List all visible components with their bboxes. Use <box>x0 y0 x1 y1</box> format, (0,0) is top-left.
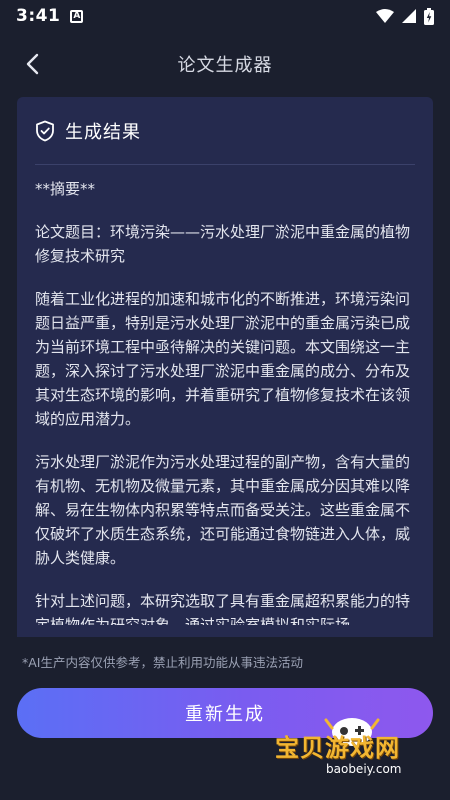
battery-icon <box>424 7 434 25</box>
shield-check-icon <box>36 120 54 141</box>
result-paragraph: 针对上述问题，本研究选取了具有重金属超积累能力的特定植物作为研究对象，通过实验室… <box>35 592 411 625</box>
ai-disclaimer: *AI生产内容仅供参考，禁止利用功能从事违法活动 <box>22 655 303 670</box>
status-icons <box>376 7 434 25</box>
result-card: 生成结果 **摘要** 论文题目：环境污染——污水处理厂淤泥中重金属的植物修复技… <box>17 97 433 637</box>
watermark-text: 宝贝游戏网 <box>275 734 400 762</box>
app-bar: 论文生成器 <box>0 38 450 90</box>
wifi-icon <box>376 9 394 23</box>
page-title: 论文生成器 <box>177 55 273 76</box>
result-card-header: 生成结果 <box>35 97 415 165</box>
result-paragraph: 污水处理厂淤泥作为污水处理过程的副产物，含有大量的有机物、无机物及微量元素，其中… <box>35 453 411 567</box>
result-paragraph: 随着工业化进程的加速和城市化的不断推进，环境污染问题日益严重，特别是污水处理厂淤… <box>35 290 411 428</box>
signal-icon <box>402 9 416 23</box>
back-button[interactable] <box>14 46 50 82</box>
status-bar: 3:41 A <box>0 0 450 32</box>
result-paragraph: **摘要** <box>35 180 96 198</box>
chevron-left-icon <box>26 53 39 75</box>
status-time: 3:41 <box>16 6 61 26</box>
notification-a-icon: A <box>70 9 84 23</box>
watermark-url: baobeiy.com <box>326 762 402 776</box>
result-card-title: 生成结果 <box>65 121 141 143</box>
result-text-area[interactable]: **摘要** 论文题目：环境污染——污水处理厂淤泥中重金属的植物修复技术研究 随… <box>17 165 433 625</box>
result-paragraph: 论文题目：环境污染——污水处理厂淤泥中重金属的植物修复技术研究 <box>35 223 411 265</box>
